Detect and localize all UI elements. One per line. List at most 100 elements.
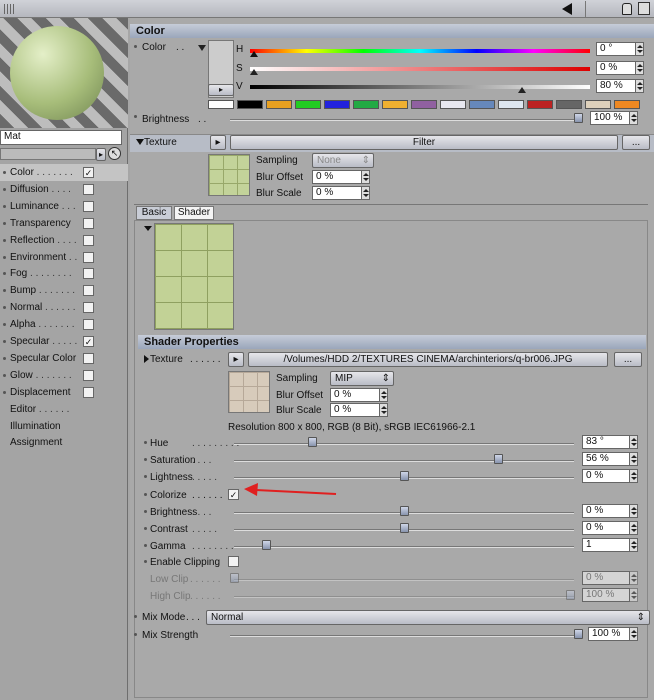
channel-checkbox[interactable] [83, 183, 94, 195]
preset-swatch[interactable] [585, 100, 611, 109]
texture-more-button[interactable]: ... [622, 135, 650, 150]
high-clip-field[interactable]: 100 % [582, 588, 630, 602]
channel-item-specular[interactable]: Specular . . . . . [0, 333, 128, 350]
channel-item-displacement[interactable]: Displacement [0, 384, 128, 401]
channel-checkbox[interactable] [83, 217, 94, 229]
blur-offset-field[interactable]: 0 % [312, 170, 362, 184]
channel-checkbox[interactable] [83, 285, 94, 297]
low-clip-spinner[interactable] [630, 571, 638, 585]
channel-filter-bar[interactable] [0, 148, 96, 160]
channel-checkbox[interactable] [83, 200, 94, 212]
channel-item-environment[interactable]: Environment . . [0, 249, 128, 266]
preset-swatch[interactable] [382, 100, 408, 109]
sampling-dropdown[interactable]: None ⇕ [312, 153, 374, 168]
channel-item-editor[interactable]: Editor . . . . . . [0, 401, 128, 418]
grip-icon[interactable] [4, 4, 14, 14]
hue-slider[interactable] [234, 443, 574, 445]
gamma-spinner[interactable] [630, 538, 638, 552]
shader-texture-menu-button[interactable]: ▸ [228, 352, 244, 367]
high-clip-slider[interactable] [234, 596, 574, 598]
brightness-slider-knob[interactable] [400, 506, 409, 516]
shader-blur-offset-field[interactable]: 0 % [330, 388, 380, 402]
preset-swatch[interactable] [556, 100, 582, 109]
channel-checkbox[interactable] [83, 369, 94, 381]
lightness-spinner[interactable] [630, 469, 638, 483]
channel-item-glow[interactable]: Glow . . . . . . . [0, 367, 128, 384]
mix-strength-knob[interactable] [574, 629, 583, 639]
shader-blur-scale-spinner[interactable] [380, 403, 388, 417]
low-clip-knob[interactable] [230, 573, 239, 583]
channel-checkbox[interactable] [83, 336, 94, 347]
brightness-slider-knob[interactable] [574, 113, 583, 123]
saturation-slider[interactable] [250, 67, 590, 71]
channel-item-alpha[interactable]: Alpha . . . . . . . [0, 316, 128, 333]
saturation-slider-knob[interactable] [494, 454, 503, 464]
brightness-slider[interactable] [230, 119, 580, 121]
v-spinner[interactable] [636, 79, 644, 93]
channel-item-illumination[interactable]: Illumination [0, 418, 128, 435]
lightness-value-field[interactable]: 0 % [582, 469, 630, 483]
value-slider-knob[interactable] [518, 87, 526, 93]
color-mode-button[interactable]: ▸ [208, 84, 234, 96]
hue-slider[interactable] [250, 49, 590, 53]
lightness-slider-knob[interactable] [400, 471, 409, 481]
channel-checkbox[interactable] [83, 268, 94, 280]
lock-icon[interactable] [622, 3, 632, 15]
preset-swatch[interactable] [237, 100, 263, 109]
preset-swatch[interactable] [208, 100, 234, 109]
channel-item-bump[interactable]: Bump . . . . . . . [0, 282, 128, 299]
blur-offset-spinner[interactable] [362, 170, 370, 184]
channel-checkbox[interactable] [83, 302, 94, 314]
back-arrow-icon[interactable] [562, 3, 572, 15]
channel-item-diffusion[interactable]: Diffusion . . . . [0, 181, 128, 198]
blur-scale-field[interactable]: 0 % [312, 186, 362, 200]
new-window-icon[interactable] [638, 2, 650, 15]
brightness-spinner[interactable] [630, 111, 638, 125]
hue-value-field[interactable]: 83 ° [582, 435, 630, 449]
tab-shader[interactable]: Shader [174, 206, 214, 220]
mix-strength-slider[interactable] [230, 635, 580, 637]
channel-checkbox[interactable] [83, 251, 94, 263]
expand-arrow-icon[interactable]: ▸ [96, 148, 106, 161]
mix-mode-dropdown[interactable]: Normal ⇕ [206, 610, 650, 625]
s-value-field[interactable]: 0 % [596, 61, 636, 75]
channel-checkbox[interactable] [83, 319, 94, 331]
saturation-slider-knob[interactable] [250, 69, 258, 75]
mix-strength-spinner[interactable] [630, 627, 638, 641]
filter-button[interactable]: Filter [230, 135, 618, 150]
preset-swatch[interactable] [498, 100, 524, 109]
shader-sampling-dropdown[interactable]: MIP ⇕ [330, 371, 394, 386]
channel-item-color[interactable]: Color . . . . . . . [0, 164, 128, 181]
v-value-field[interactable]: 80 % [596, 79, 636, 93]
contrast-value-field[interactable]: 0 % [582, 521, 630, 535]
preset-swatch[interactable] [614, 100, 640, 109]
channel-item-assignment[interactable]: Assignment [0, 434, 128, 451]
shader-texture-thumbnail[interactable] [228, 371, 270, 413]
high-clip-spinner[interactable] [630, 588, 638, 602]
saturation-value-field[interactable]: 56 % [582, 452, 630, 466]
preset-swatch[interactable] [353, 100, 379, 109]
preset-swatch[interactable] [527, 100, 553, 109]
hue-slider-knob[interactable] [308, 437, 317, 447]
value-slider[interactable] [250, 85, 590, 89]
pointer-icon[interactable]: ↖ [108, 147, 121, 160]
preset-swatch[interactable] [295, 100, 321, 109]
h-spinner[interactable] [636, 42, 644, 56]
texture-collapse-arrow-icon[interactable] [136, 139, 144, 145]
preset-swatch[interactable] [324, 100, 350, 109]
material-preview[interactable] [0, 18, 128, 128]
channel-item-transparency[interactable]: Transparency [0, 215, 128, 232]
enable-clipping-checkbox[interactable] [228, 556, 239, 567]
shader-texture-expand-icon[interactable] [144, 355, 149, 363]
high-clip-knob[interactable] [566, 590, 575, 600]
hue-spinner[interactable] [630, 435, 638, 449]
brightness-value-field[interactable]: 100 % [590, 111, 630, 125]
gamma-slider-knob[interactable] [262, 540, 271, 550]
preview-collapse-arrow-icon[interactable] [144, 226, 152, 231]
channel-item-fog[interactable]: Fog . . . . . . . . [0, 265, 128, 282]
channel-item-normal[interactable]: Normal . . . . . . [0, 299, 128, 316]
tab-basic[interactable]: Basic [136, 206, 172, 220]
brightness-spinner[interactable] [630, 504, 638, 518]
preset-swatch[interactable] [411, 100, 437, 109]
shader-texture-more-button[interactable]: ... [614, 352, 642, 367]
